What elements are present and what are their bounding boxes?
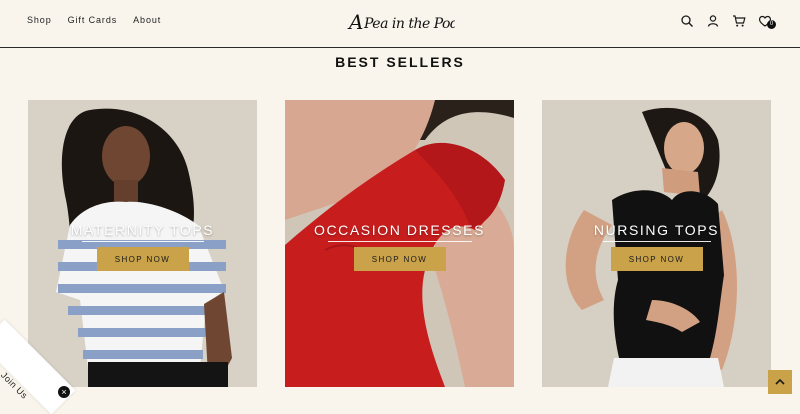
nursing-tops-image <box>542 100 771 387</box>
chevron-up-icon <box>775 378 785 385</box>
account-icon[interactable] <box>706 14 720 28</box>
shop-now-button[interactable]: SHOP NOW <box>610 247 703 271</box>
cart-count-badge: 0 <box>767 20 776 29</box>
nav-about[interactable]: About <box>133 15 161 25</box>
site-header: Shop Gift Cards About A Pea in the Pod 0 <box>0 0 800 48</box>
wishlist-icon[interactable]: 0 <box>758 14 776 29</box>
card-title: OCCASION DRESSES <box>285 222 514 242</box>
maternity-tops-image <box>28 100 257 387</box>
cart-icon[interactable] <box>732 14 746 28</box>
main-nav: Shop Gift Cards About <box>27 15 177 25</box>
card-title: MATERNITY TOPS <box>28 222 257 242</box>
nav-gift-cards[interactable]: Gift Cards <box>68 15 118 25</box>
header-icons: 0 <box>680 14 776 29</box>
brand-logo-glyph: A <box>347 10 363 34</box>
card-title-text: MATERNITY TOPS <box>70 222 215 238</box>
close-icon[interactable]: × <box>58 386 70 398</box>
section-title: BEST SELLERS <box>335 54 465 70</box>
card-title-text: OCCASION DRESSES <box>313 222 486 238</box>
scroll-to-top-button[interactable] <box>768 370 792 394</box>
card-title-text: NURSING TOPS <box>593 222 720 238</box>
brand-logo-text: Pea in the Pod <box>363 16 455 32</box>
card-title: NURSING TOPS <box>542 222 771 242</box>
shop-now-button[interactable]: SHOP NOW <box>353 247 446 271</box>
brand-logo-script: A Pea in the Pod <box>347 10 459 34</box>
search-icon[interactable] <box>680 14 694 28</box>
brand-logo[interactable]: A Pea in the Pod <box>345 4 459 40</box>
category-card-occasion-dresses[interactable]: OCCASION DRESSES SHOP NOW <box>285 100 514 387</box>
nav-shop[interactable]: Shop <box>27 15 52 25</box>
shop-now-button[interactable]: SHOP NOW <box>96 247 189 271</box>
title-underline <box>602 241 711 242</box>
title-underline <box>81 241 204 242</box>
occasion-dresses-image <box>285 100 514 387</box>
category-card-maternity-tops[interactable]: MATERNITY TOPS SHOP NOW <box>28 100 257 387</box>
title-underline <box>327 241 472 242</box>
category-card-nursing-tops[interactable]: NURSING TOPS SHOP NOW <box>542 100 771 387</box>
